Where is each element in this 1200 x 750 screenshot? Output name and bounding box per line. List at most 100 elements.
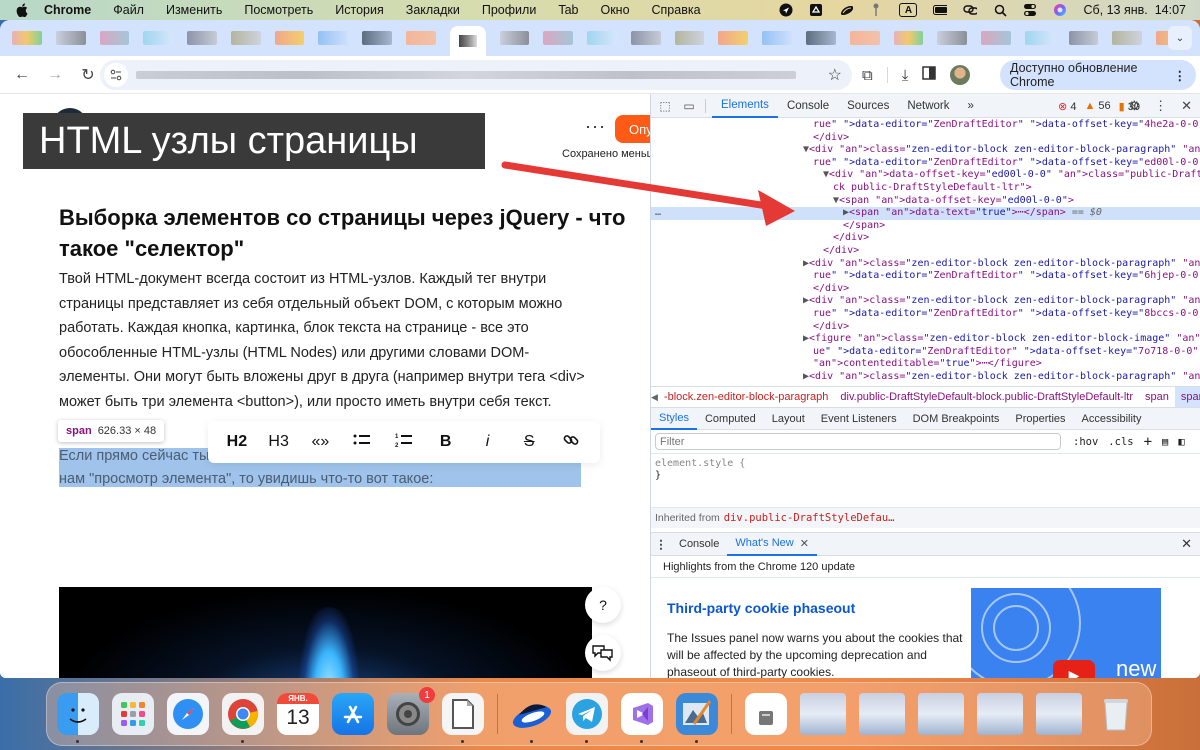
browser-tab[interactable] [406, 31, 436, 45]
address-bar[interactable]: ☆ [100, 60, 852, 90]
profile-avatar[interactable] [950, 65, 971, 85]
heading-3-button[interactable]: H3 [268, 433, 290, 451]
side-panel-icon[interactable] [922, 65, 937, 85]
navigation-icon[interactable] [779, 3, 793, 17]
input-source-icon[interactable]: A [899, 3, 918, 17]
browser-tab[interactable] [1112, 31, 1143, 45]
spotlight-search-icon[interactable] [993, 3, 1007, 17]
bold-button[interactable]: B [435, 433, 457, 451]
browser-tab[interactable] [543, 31, 574, 45]
bullet-list-icon[interactable] [351, 433, 373, 452]
dom-node-line[interactable]: ▶<div "an">class="zen-editor-block zen-e… [651, 258, 1200, 271]
article-image-blue-flame[interactable] [59, 587, 592, 678]
dock-yandex-disk[interactable] [511, 693, 553, 743]
publish-button[interactable]: Опубликовать [615, 115, 650, 143]
extensions-icon[interactable]: ⧉ [862, 67, 873, 84]
browser-tab[interactable] [937, 31, 968, 45]
menu-help[interactable]: Справка [652, 3, 701, 17]
styles-pane[interactable]: element.style { } [651, 454, 1200, 508]
dom-node-line[interactable]: ▼<div "an">data-offset-key="ed00l-0-0" "… [651, 169, 1200, 182]
dock-finder[interactable] [57, 693, 99, 743]
device-toolbar-icon[interactable]: ▭ [679, 99, 699, 113]
menu-bookmarks[interactable]: Закладки [406, 3, 460, 17]
bookmark-star-icon[interactable]: ☆ [828, 65, 842, 85]
more-options-button[interactable]: ··· [585, 116, 606, 137]
dom-node-line[interactable]: </div> [651, 232, 1200, 245]
dom-node-line[interactable]: "an">contenteditable="true">⋯</figure> [651, 358, 1200, 371]
dock-minimized-window[interactable] [918, 693, 964, 735]
close-drawer-icon[interactable]: ✕ [1181, 536, 1192, 552]
browser-tab[interactable] [318, 31, 349, 45]
close-tab-icon[interactable]: ✕ [800, 537, 809, 550]
drawer-tab-whats-new[interactable]: What's New ✕ [727, 532, 817, 556]
tab-network[interactable]: Network [898, 94, 958, 118]
subtab-computed[interactable]: Computed [697, 408, 764, 430]
forward-button[interactable]: → [41, 61, 69, 89]
browser-tab[interactable] [143, 31, 174, 45]
dock-calendar[interactable]: ЯНВ. 13 [277, 693, 319, 735]
subtab-styles[interactable]: Styles [651, 408, 697, 430]
article-title[interactable]: Выборка элементов со страницы через jQue… [59, 202, 629, 264]
dom-tree[interactable]: rue" ">data-editor="ZenDraftEditor" ">da… [651, 118, 1200, 386]
styles-filter-input[interactable] [655, 433, 1061, 450]
tab-elements[interactable]: Elements [712, 94, 778, 118]
browser-tab[interactable] [1024, 31, 1055, 45]
breadcrumb-item[interactable]: -block.zen-editor-block-paragraph [658, 391, 834, 403]
browser-tab[interactable] [587, 31, 617, 45]
dom-node-line[interactable]: ue" ">data-editor="ZenDraftEditor" ">dat… [651, 346, 1200, 359]
menu-app-chrome[interactable]: Chrome [44, 3, 91, 17]
italic-button[interactable]: i [476, 433, 498, 451]
dock-system-settings[interactable]: 1 [387, 687, 435, 735]
breadcrumb-item[interactable]: span [1139, 391, 1175, 403]
browser-tab[interactable] [362, 31, 393, 45]
dock-safari[interactable] [167, 693, 209, 735]
battery-icon[interactable] [933, 3, 948, 17]
dom-node-line[interactable]: ▶<figure "an">class="zen-editor-block ze… [651, 333, 1200, 346]
dom-node-line[interactable]: </div> [651, 283, 1200, 296]
menubar-clock[interactable]: Сб, 13 янв. 14:07 [1083, 3, 1186, 17]
dock-disk-image[interactable] [745, 693, 787, 735]
browser-tab[interactable] [981, 31, 1011, 45]
menu-history[interactable]: История [335, 3, 383, 17]
devtools-menu-kebab-icon[interactable]: ⋮ [1154, 98, 1167, 114]
close-devtools-icon[interactable]: ✕ [1181, 98, 1192, 114]
subtab-layout[interactable]: Layout [764, 408, 813, 430]
inspect-element-icon[interactable]: ⬚ [655, 99, 675, 113]
dom-node-line[interactable]: rue" ">data-editor="ZenDraftEditor" ">da… [651, 119, 1200, 132]
menu-view[interactable]: Посмотреть [244, 3, 313, 17]
dom-node-line[interactable]: </div> [651, 321, 1200, 334]
browser-tab[interactable] [55, 31, 86, 45]
reload-button[interactable]: ↻ [74, 61, 102, 89]
browser-tab[interactable] [674, 31, 705, 45]
menu-tab[interactable]: Tab [558, 3, 578, 17]
browser-tab[interactable] [274, 31, 305, 45]
dom-node-line[interactable]: ck public-DraftStyleDefault-ltr"> [651, 182, 1200, 195]
dom-node-line[interactable]: ▶<div "an">class="zen-editor-block zen-e… [651, 371, 1200, 384]
subtab-event-listeners[interactable]: Event Listeners [813, 408, 905, 430]
breadcrumb-item-selected[interactable]: span [1174, 387, 1200, 407]
dock-minimized-window[interactable] [1036, 693, 1082, 735]
tab-search-chevron-icon[interactable]: ⌄ [1168, 26, 1192, 50]
back-button[interactable]: ← [8, 61, 36, 89]
browser-tab[interactable] [1068, 31, 1099, 45]
tab-console[interactable]: Console [778, 94, 838, 118]
whats-new-video-thumbnail[interactable]: ▶ new [971, 588, 1161, 678]
dock-trash[interactable] [1095, 693, 1137, 735]
quote-button[interactable]: «» [309, 433, 331, 451]
drawer-menu-kebab-icon[interactable]: ⋮ [651, 537, 671, 551]
element-style-rule[interactable]: element.style { [655, 458, 1196, 470]
dock-launchpad[interactable] [112, 693, 154, 735]
browser-tab[interactable] [230, 31, 261, 45]
inherited-class-link[interactable]: div.public-DraftStyleDefau… [724, 512, 895, 524]
browser-tab[interactable] [187, 31, 217, 45]
menu-file[interactable]: Файл [113, 3, 144, 17]
dock-minimized-window[interactable] [977, 693, 1023, 735]
dom-node-line[interactable]: ▼<span "an">data-offset-key="ed00l-0-0"> [651, 195, 1200, 208]
cloud-icon[interactable] [839, 3, 854, 17]
link-icon[interactable] [963, 3, 978, 17]
control-center-icon[interactable] [1023, 3, 1037, 17]
dock-telegram[interactable] [566, 693, 608, 743]
help-button[interactable]: ? [585, 587, 621, 623]
drive-icon[interactable] [809, 3, 823, 17]
menu-profiles[interactable]: Профили [482, 3, 536, 17]
